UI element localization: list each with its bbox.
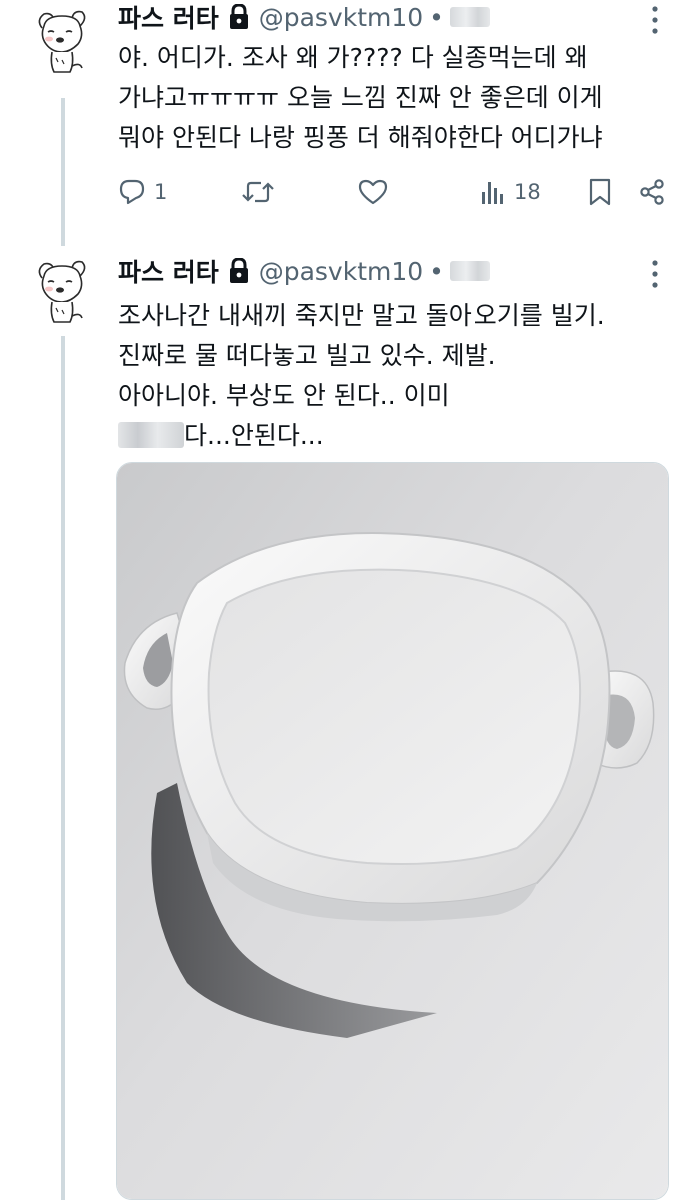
tweet-text-line: 뭐야 안된다 나랑 핑퐁 더 해줘야한다 어디가냐 [118, 123, 603, 152]
like-button[interactable] [358, 172, 388, 212]
avatar[interactable] [22, 2, 102, 82]
views-button[interactable]: 18 [480, 172, 541, 212]
tweet-header: 파스 러타 @pasvktm10 • [118, 0, 490, 34]
tweet-text-fragment: 오기를 빌기. [473, 301, 605, 330]
tweet-text-fragment: 조사나간 내새끼 죽지만 말고 돌아 [118, 301, 472, 330]
handle[interactable]: @pasvktm10 [259, 257, 423, 286]
reply-button[interactable]: 1 [118, 172, 167, 212]
tweet-media-photo[interactable] [116, 462, 669, 1200]
tweet-text-line: 진짜로 물 떠다놓고 빌고 있수. 제발. [118, 341, 496, 370]
tweet-header: 파스 러타 @pasvktm10 • [118, 254, 490, 288]
reply-icon [119, 179, 145, 205]
lock-icon [229, 257, 249, 284]
dog-doodle-avatar-icon [23, 253, 101, 331]
redacted-timestamp [449, 7, 490, 27]
tweet-text-fragment: 다...안된다... [184, 421, 324, 450]
thread-connector-line-lower [61, 336, 65, 1200]
dog-doodle-avatar-icon [23, 3, 101, 81]
bookmark-icon [589, 178, 611, 206]
avatar[interactable] [22, 252, 102, 332]
display-name[interactable]: 파스 러타 [118, 0, 219, 35]
white-ceramic-dish-photo-icon [117, 463, 668, 1199]
more-options-icon[interactable] [645, 4, 665, 36]
display-name[interactable]: 파스 러타 [118, 253, 219, 289]
tweet-text-line: 아아니야. 부상도 안 된다.. 이미 [118, 381, 450, 410]
handle[interactable]: @pasvktm10 [259, 3, 423, 32]
views-count: 18 [514, 180, 541, 204]
redacted-timestamp [449, 261, 490, 281]
redacted-text [118, 422, 184, 448]
views-icon [482, 182, 503, 204]
tweet-text-line: 다...안된다... [118, 416, 678, 456]
separator-dot: • [429, 256, 444, 286]
more-options-icon[interactable] [645, 258, 665, 290]
thread-connector-line [61, 98, 65, 246]
reply-count: 1 [154, 180, 168, 204]
retweet-button[interactable] [242, 172, 274, 212]
tweet-text: 조사나간 내새끼 죽지만 말고 돌아오기를 빌기. 진짜로 물 떠다놓고 빌고 … [118, 296, 678, 456]
retweet-icon [242, 181, 274, 203]
tweet-text-line: 가냐고ㅠㅠㅠㅠ 오늘 느낌 진짜 안 좋은데 이게 [118, 83, 603, 112]
heart-icon [358, 179, 388, 205]
tweet-text-line: 조사나간 내새끼 죽지만 말고 돌아오기를 빌기. [118, 296, 678, 336]
share-icon [640, 179, 664, 205]
bookmark-button[interactable] [588, 172, 612, 212]
lock-icon [229, 3, 249, 30]
tweet-text-line: 야. 어디가. 조사 왜 가???? 다 실종먹는데 왜 [118, 43, 588, 72]
share-button[interactable] [638, 172, 666, 212]
tweet-actions: 1 18 [118, 172, 678, 212]
tweet-text: 야. 어디가. 조사 왜 가???? 다 실종먹는데 왜 가냐고ㅠㅠㅠㅠ 오늘 … [118, 38, 678, 158]
separator-dot: • [429, 2, 444, 32]
